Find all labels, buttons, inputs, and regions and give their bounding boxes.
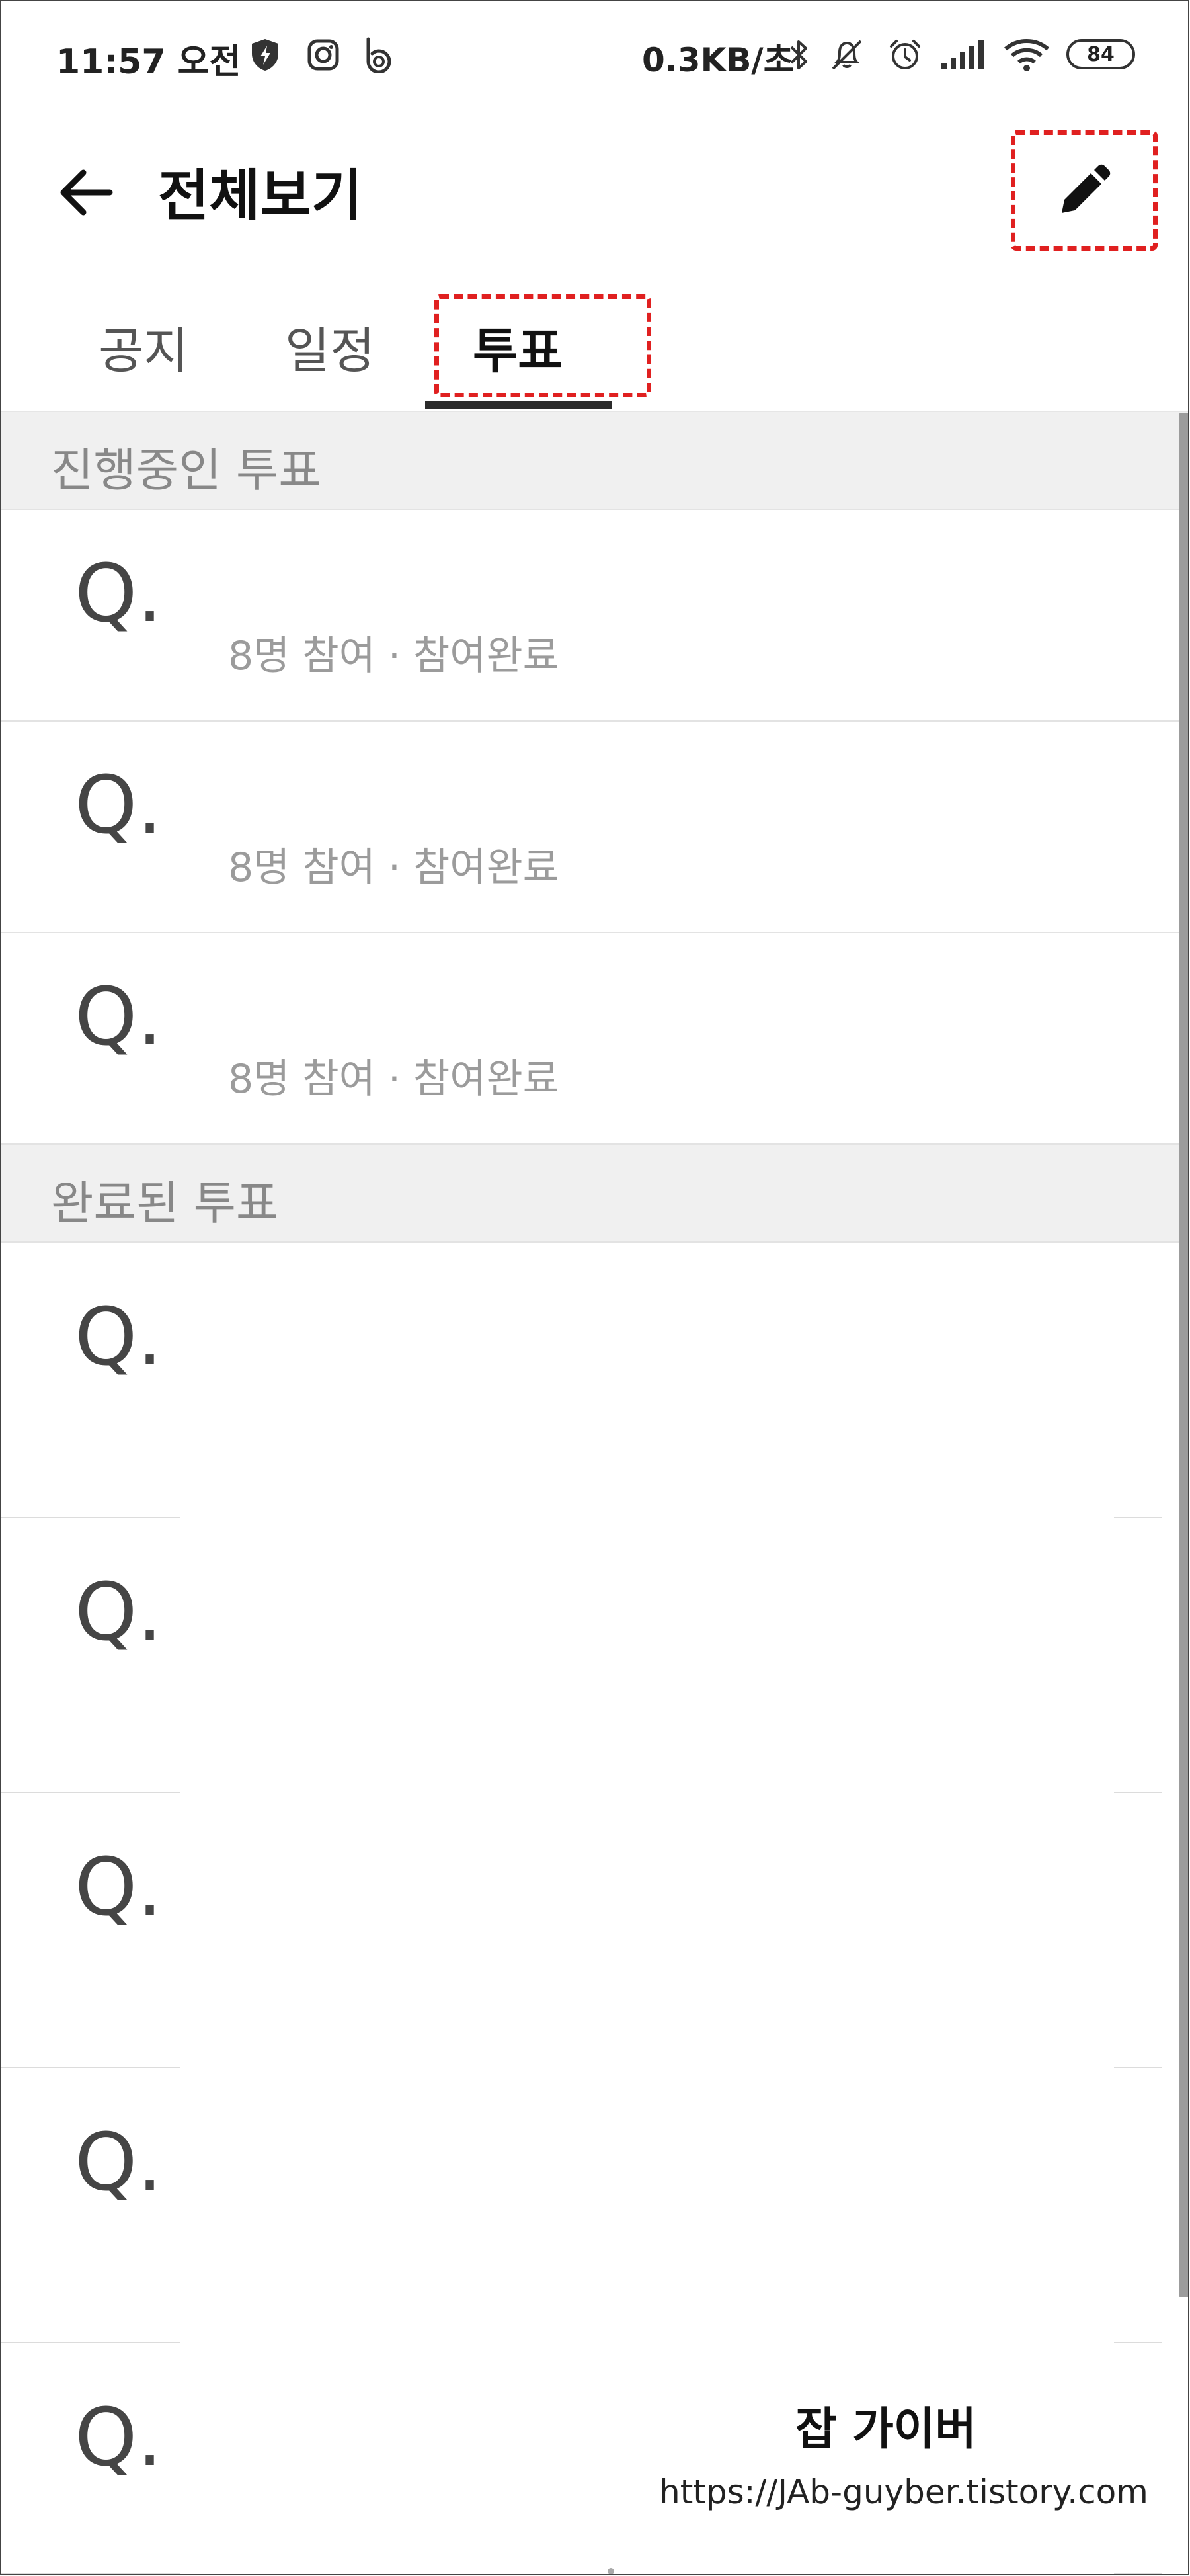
question-mark-label: Q. (75, 972, 163, 1063)
status-bar: 11:57 오전 0.3KB/초 84 (1, 1, 1188, 106)
edit-button[interactable] (1011, 130, 1158, 251)
section-header-completed: 완료된 투표 (1, 1145, 1188, 1243)
back-button[interactable] (54, 159, 120, 226)
section-title-completed: 완료된 투표 (51, 1176, 279, 1230)
list-item-poll[interactable]: Q. 8명 참여 · 참여완료 (1, 510, 1188, 722)
scrollbar[interactable] (1179, 413, 1188, 2297)
question-mark-label: Q. (75, 1567, 163, 1659)
tab-notice[interactable]: 공지 (99, 312, 188, 382)
list-item-poll[interactable]: Q. 8명 참여 · 참여완료 (1, 933, 1188, 1145)
signal-icon (939, 36, 987, 73)
section-title-ongoing: 진행중인 투표 (51, 443, 321, 497)
list-item-poll[interactable]: Q. (1, 2343, 1188, 2574)
tab-highlight-box (434, 294, 651, 397)
list-item-poll[interactable]: Q. (1, 1243, 1188, 1518)
status-time: 11:57 오전 (56, 42, 241, 82)
poll-meta: 8명 참여 · 참여완료 (228, 1056, 559, 1102)
question-mark-label: Q. (75, 1842, 163, 1934)
network-speed: 0.3KB/초 (642, 41, 794, 79)
page-title: 전체보기 (158, 163, 363, 228)
shield-bolt-icon (247, 36, 284, 73)
poll-meta: 8명 참여 · 참여완료 (228, 633, 559, 679)
battery-icon: 84 (1066, 39, 1135, 69)
question-mark-label: Q. (75, 1292, 163, 1384)
list-item-poll[interactable]: Q. (1, 1518, 1188, 1793)
wifi-icon (1002, 36, 1052, 73)
arrow-left-icon (60, 169, 113, 216)
battery-level: 84 (1087, 42, 1115, 66)
question-mark-label: Q. (75, 548, 163, 640)
question-mark-label: Q. (75, 760, 163, 852)
section-header-ongoing: 진행중인 투표 (1, 412, 1188, 510)
alarm-icon (887, 36, 924, 73)
bottom-dot (608, 2568, 614, 2574)
tab-schedule[interactable]: 일정 (285, 312, 375, 382)
poll-meta: 8명 참여 · 참여완료 (228, 845, 559, 891)
question-mark-label: Q. (75, 2117, 163, 2209)
watermark-title: 잡 가이버 (795, 2403, 976, 2456)
list-item-poll[interactable]: Q. (1, 2068, 1188, 2343)
instagram-icon (305, 36, 342, 73)
active-tab-indicator (425, 401, 612, 409)
b-app-icon (360, 36, 397, 73)
app-screen: 11:57 오전 0.3KB/초 84 전체보기 공지 일정 투표 진행중인 투… (0, 0, 1189, 2575)
app-header: 전체보기 (1, 106, 1188, 278)
mute-icon (828, 36, 865, 73)
question-mark-label: Q. (75, 2392, 163, 2484)
list-item-poll[interactable]: Q. 8명 참여 · 참여완료 (1, 722, 1188, 933)
bluetooth-icon (781, 36, 818, 73)
pencil-icon (1062, 164, 1111, 213)
watermark-url: https://JAb-guyber.tistory.com (659, 2473, 1148, 2511)
list-item-poll[interactable]: Q. (1, 1793, 1188, 2068)
tab-bar: 공지 일정 투표 (1, 278, 1188, 412)
